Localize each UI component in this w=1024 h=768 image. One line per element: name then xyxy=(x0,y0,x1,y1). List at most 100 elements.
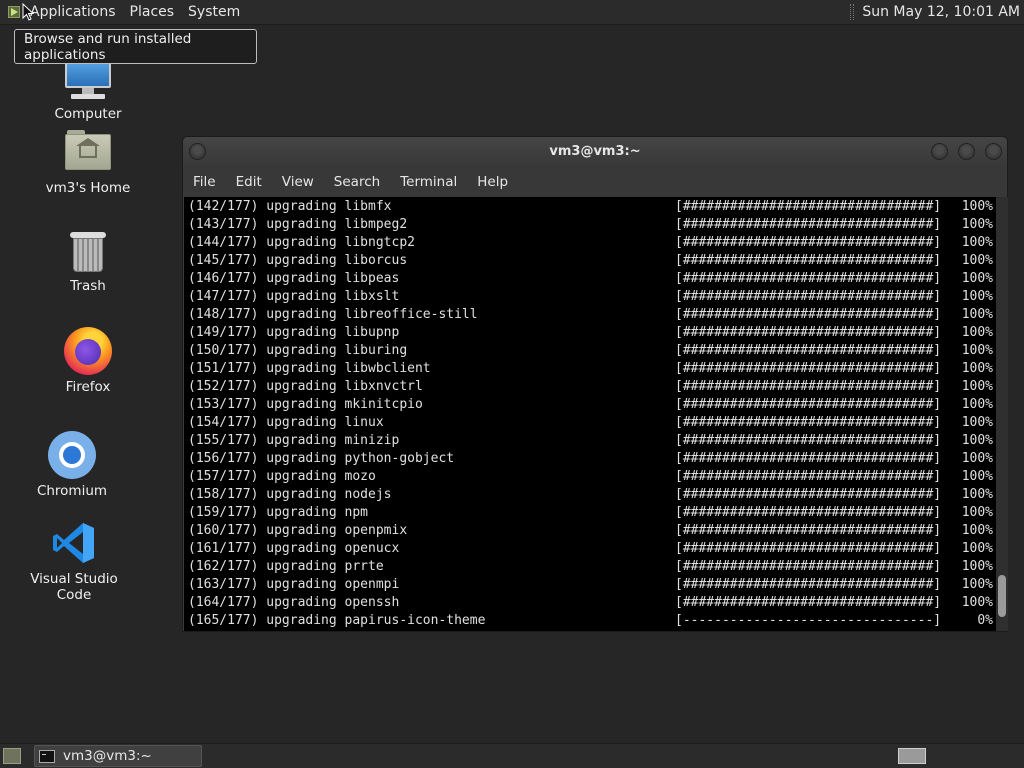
progress-percent: 100% xyxy=(961,595,993,610)
upgrade-step-text: (163/177) upgrading openmpi xyxy=(188,577,400,592)
upgrade-step-text: (164/177) upgrading openssh xyxy=(188,595,400,610)
terminal-line: (156/177) upgrading python-gobject [#####… xyxy=(188,450,993,468)
progress-percent: 100% xyxy=(961,577,993,592)
progress-percent: 100% xyxy=(961,379,993,394)
desktop-icon-vscode[interactable]: Visual Studio Code xyxy=(14,521,134,603)
terminal-scrollbar[interactable] xyxy=(996,197,1008,631)
progress-percent: 100% xyxy=(961,397,993,412)
taskbar-window-label: vm3@vm3:~ xyxy=(63,748,152,764)
terminal-line: (162/177) upgrading prrte [##############… xyxy=(188,558,993,576)
progress-percent: 100% xyxy=(961,271,993,286)
terminal-output[interactable]: (142/177) upgrading libmfx [#############… xyxy=(184,197,996,631)
progress-bar-text: [################################] xyxy=(675,469,942,484)
desktop-icon-label: Visual Studio Code xyxy=(30,571,118,603)
progress-bar-text: [################################] xyxy=(675,505,942,520)
terminal-line: (153/177) upgrading mkinitcpio [#########… xyxy=(188,396,993,414)
upgrade-step-text: (151/177) upgrading libwbclient xyxy=(188,361,431,376)
upgrade-step-text: (162/177) upgrading prrte xyxy=(188,559,384,574)
progress-bar-text: [################################] xyxy=(675,541,942,556)
applications-menu[interactable]: Applications xyxy=(30,4,116,20)
upgrade-step-text: (158/177) upgrading nodejs xyxy=(188,487,392,502)
taskbar-terminal-button[interactable]: vm3@vm3:~ xyxy=(34,745,202,767)
show-desktop-icon[interactable] xyxy=(3,748,21,764)
scrollbar-thumb[interactable] xyxy=(998,575,1006,617)
progress-percent: 100% xyxy=(961,199,993,214)
progress-bar-text: [################################] xyxy=(675,253,942,268)
progress-bar-text: [################################] xyxy=(675,397,942,412)
desktop-icon-trash[interactable]: Trash xyxy=(28,230,148,294)
progress-percent: 100% xyxy=(961,343,993,358)
progress-bar-text: [################################] xyxy=(675,415,942,430)
progress-percent: 0% xyxy=(977,613,993,628)
home-folder-icon xyxy=(65,130,111,170)
progress-bar-text: [################################] xyxy=(675,325,942,340)
computer-icon xyxy=(65,58,111,102)
upgrade-step-text: (161/177) upgrading openucx xyxy=(188,541,400,556)
upgrade-step-text: (148/177) upgrading libreoffice-still xyxy=(188,307,478,322)
terminal-menubar: File Edit View Search Terminal Help xyxy=(183,167,1007,197)
terminal-line: (160/177) upgrading openpmix [###########… xyxy=(188,522,993,540)
close-button[interactable] xyxy=(985,143,1002,160)
workspace-switcher[interactable] xyxy=(898,748,926,764)
vscode-icon xyxy=(53,523,94,563)
upgrade-step-text: (153/177) upgrading mkinitcpio xyxy=(188,397,423,412)
upgrade-step-text: (157/177) upgrading mozo xyxy=(188,469,376,484)
menu-help[interactable]: Help xyxy=(477,174,508,190)
upgrade-step-text: (165/177) upgrading papirus-icon-theme xyxy=(188,613,486,628)
desktop-icon-label: Chromium xyxy=(36,483,108,499)
terminal-line: (164/177) upgrading openssh [############… xyxy=(188,594,993,612)
progress-bar-text: [################################] xyxy=(675,343,942,358)
upgrade-step-text: (155/177) upgrading minizip xyxy=(188,433,400,448)
upgrade-step-text: (146/177) upgrading libpeas xyxy=(188,271,400,286)
desktop-icon-chromium[interactable]: Chromium xyxy=(12,431,132,499)
desktop-icon-label: vm3's Home xyxy=(45,180,131,196)
menu-file[interactable]: File xyxy=(193,174,216,190)
terminal-line: (149/177) upgrading libupnp [############… xyxy=(188,324,993,342)
places-menu[interactable]: Places xyxy=(130,4,175,20)
desktop-icon-computer[interactable]: Computer xyxy=(28,58,148,122)
progress-bar-text: [################################] xyxy=(675,451,942,466)
progress-bar-text: [################################] xyxy=(675,217,942,232)
window-titlebar[interactable]: vm3@vm3:~ xyxy=(183,137,1007,167)
terminal-line: (145/177) upgrading liborcus [###########… xyxy=(188,252,993,270)
menu-view[interactable]: View xyxy=(282,174,314,190)
progress-bar-text: [################################] xyxy=(675,595,942,610)
panel-clock[interactable]: Sun May 12, 10:01 AM xyxy=(862,4,1020,20)
progress-bar-text: [################################] xyxy=(675,577,942,592)
progress-percent: 100% xyxy=(961,487,993,502)
chromium-icon xyxy=(48,431,96,479)
system-menu[interactable]: System xyxy=(188,4,240,20)
desktop-icon-label: Computer xyxy=(54,106,122,122)
upgrade-step-text: (144/177) upgrading libngtcp2 xyxy=(188,235,415,250)
terminal-line: (159/177) upgrading npm [################… xyxy=(188,504,993,522)
menu-terminal[interactable]: Terminal xyxy=(400,174,457,190)
terminal-line: (147/177) upgrading libxslt [############… xyxy=(188,288,993,306)
menu-search[interactable]: Search xyxy=(334,174,380,190)
desktop-icon-firefox[interactable]: Firefox xyxy=(28,327,148,395)
mouse-pointer-icon xyxy=(22,3,34,21)
terminal-window[interactable]: vm3@vm3:~ File Edit View Search Terminal… xyxy=(182,136,1008,632)
progress-bar-text: [################################] xyxy=(675,199,942,214)
maximize-button[interactable] xyxy=(958,143,975,160)
progress-bar-text: [################################] xyxy=(675,361,942,376)
progress-bar-text: [################################] xyxy=(675,307,942,322)
top-panel: Applications Places System Sun May 12, 1… xyxy=(0,0,1024,25)
progress-percent: 100% xyxy=(961,559,993,574)
desktop-icon-home[interactable]: vm3's Home xyxy=(28,130,148,196)
progress-bar-text: [################################] xyxy=(675,379,942,394)
progress-percent: 100% xyxy=(961,469,993,484)
upgrade-step-text: (160/177) upgrading openpmix xyxy=(188,523,408,538)
menu-edit[interactable]: Edit xyxy=(236,174,262,190)
upgrade-step-text: (150/177) upgrading liburing xyxy=(188,343,408,358)
progress-percent: 100% xyxy=(961,289,993,304)
terminal-line: (142/177) upgrading libmfx [#############… xyxy=(188,198,993,216)
progress-bar-text: [################################] xyxy=(675,433,942,448)
upgrade-step-text: (159/177) upgrading npm xyxy=(188,505,369,520)
window-title: vm3@vm3:~ xyxy=(549,144,641,159)
minimize-button[interactable] xyxy=(931,143,948,160)
terminal-line: (158/177) upgrading nodejs [#############… xyxy=(188,486,993,504)
upgrade-step-text: (142/177) upgrading libmfx xyxy=(188,199,392,214)
terminal-line: (152/177) upgrading libxnvctrl [#########… xyxy=(188,378,993,396)
progress-percent: 100% xyxy=(961,541,993,556)
panel-separator-handle[interactable] xyxy=(850,4,855,20)
